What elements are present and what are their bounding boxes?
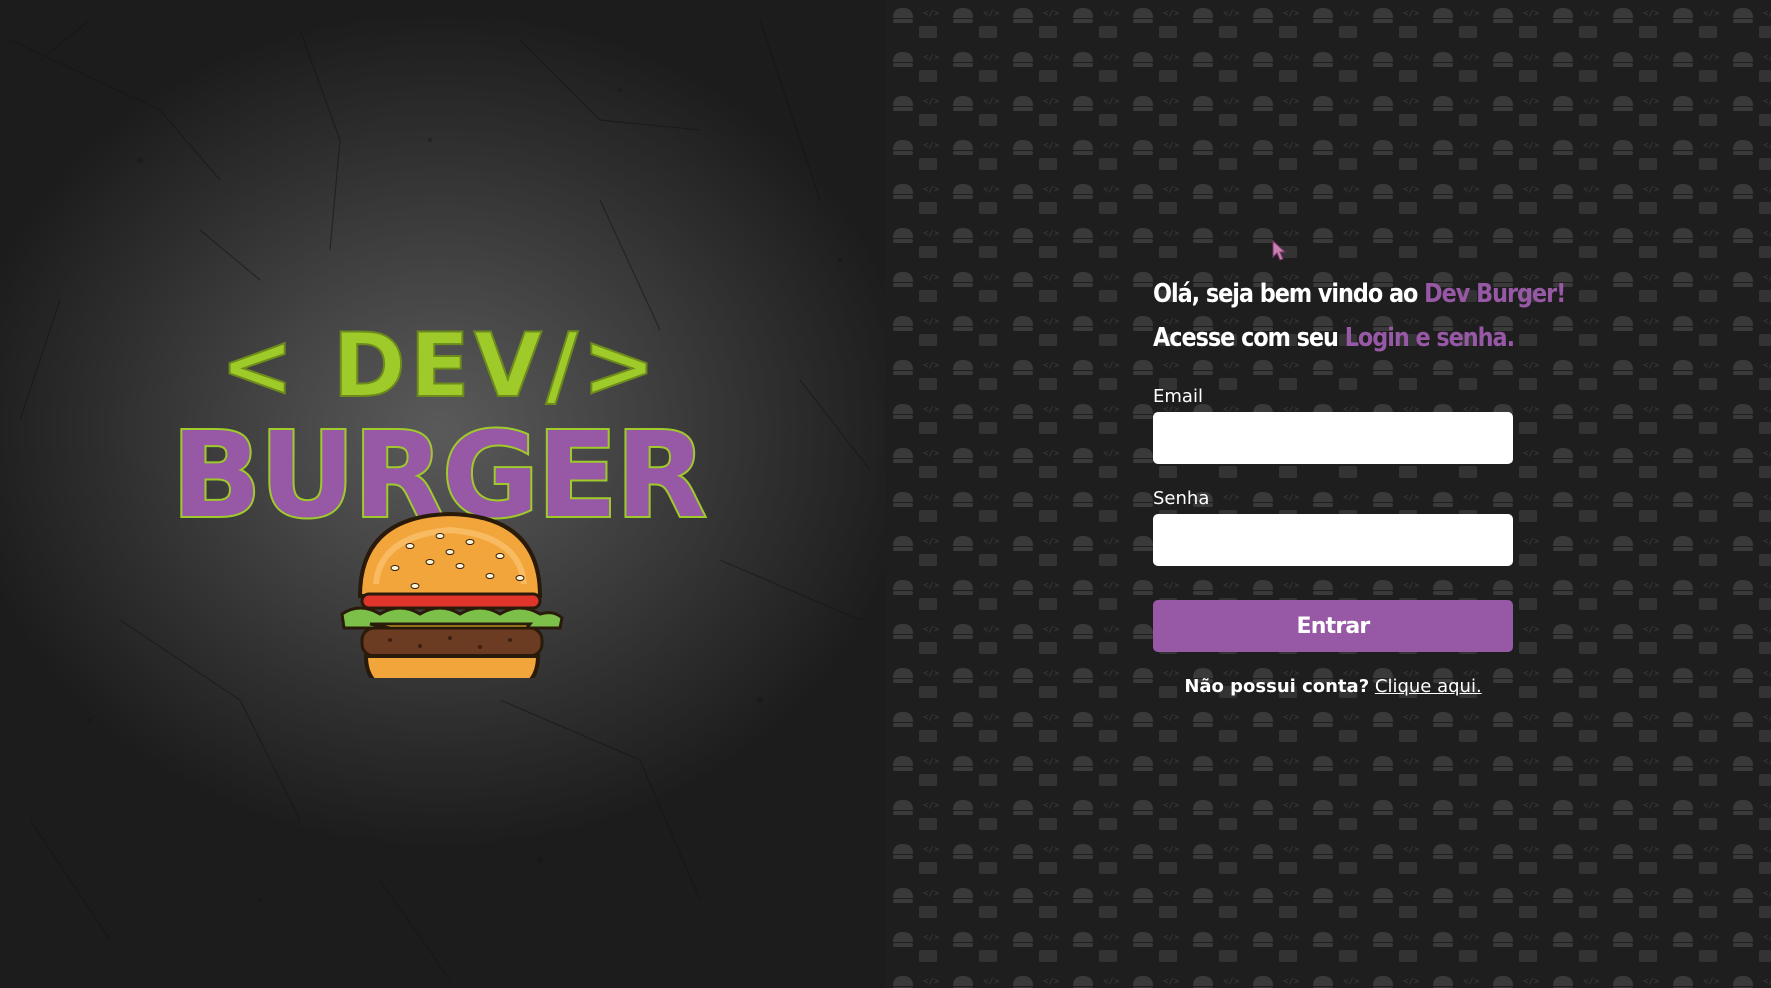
welcome-line-1-text: Olá, seja bem vindo ao — [1153, 279, 1425, 309]
welcome-login-accent: Login e senha. — [1344, 323, 1515, 353]
password-input[interactable] — [1153, 514, 1513, 566]
login-panel: </> Olá, seja bem vindo ao Dev Burger! A… — [885, 0, 1771, 988]
welcome-line-2: Acesse com seu Login e senha. — [1153, 316, 1515, 360]
welcome-line-2-text: Acesse com seu — [1153, 323, 1345, 353]
welcome-line-1: Olá, seja bem vindo ao Dev Burger! — [1153, 272, 1566, 316]
email-label: Email — [1153, 386, 1203, 407]
mouse-pointer-icon — [1272, 240, 1286, 261]
signup-prompt: Não possui conta? Clique aqui. — [1153, 676, 1513, 697]
welcome-heading: Olá, seja bem vindo ao Dev Burger! Acess… — [1153, 272, 1566, 360]
signup-link[interactable]: Clique aqui. — [1375, 676, 1482, 697]
login-page: < DEV/> BURGER Olá, seja bem vindo ao De… — [0, 0, 1771, 988]
login-form: Olá, seja bem vindo ao Dev Burger! Acess… — [1153, 272, 1566, 697]
brand-panel: < DEV/> BURGER — [0, 0, 885, 988]
logo-dev-text: < DEV/> — [220, 318, 660, 417]
email-input[interactable] — [1153, 412, 1513, 464]
password-label: Senha — [1153, 488, 1210, 509]
login-submit-button[interactable]: Entrar — [1153, 600, 1513, 652]
dev-burger-logo: < DEV/> BURGER — [160, 318, 720, 678]
signup-question: Não possui conta? — [1184, 676, 1370, 697]
welcome-brand-accent: Dev Burger! — [1424, 279, 1566, 309]
